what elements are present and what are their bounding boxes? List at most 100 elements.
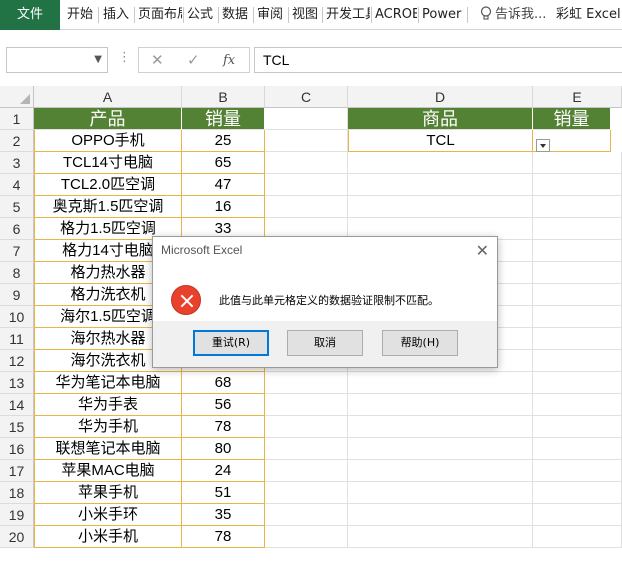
empty-cell[interactable] (265, 482, 348, 504)
empty-cell[interactable] (265, 526, 348, 548)
lookup-header-sales[interactable]: 销量 (533, 108, 611, 130)
sales-cell[interactable]: 68 (182, 372, 265, 394)
cancel-button[interactable]: 取消 (287, 330, 363, 356)
table-header-sales[interactable]: 销量 (182, 108, 265, 130)
row-header[interactable]: 6 (0, 218, 34, 240)
help-button[interactable]: 帮助(H) (382, 330, 458, 356)
empty-cell[interactable] (533, 306, 622, 328)
empty-cell[interactable] (533, 218, 622, 240)
tab-developer[interactable]: 开发工具 (326, 0, 370, 30)
sales-cell[interactable]: 25 (182, 130, 265, 152)
retry-button[interactable]: 重试(R) (193, 330, 269, 356)
empty-cell[interactable] (348, 526, 533, 548)
column-header-d[interactable]: D (348, 86, 533, 108)
cancel-icon[interactable]: ✕ (151, 51, 164, 69)
empty-cell[interactable] (533, 328, 622, 350)
empty-cell[interactable] (265, 108, 348, 130)
product-cell[interactable]: 奥克斯1.5匹空调 (34, 196, 182, 218)
empty-cell[interactable] (348, 460, 533, 482)
sales-cell[interactable]: 47 (182, 174, 265, 196)
empty-cell[interactable] (533, 416, 622, 438)
tab-view[interactable]: 视图 (292, 0, 322, 30)
row-header[interactable]: 3 (0, 152, 34, 174)
empty-cell[interactable] (348, 394, 533, 416)
product-cell[interactable]: OPPO手机 (34, 130, 182, 152)
empty-cell[interactable] (265, 196, 348, 218)
row-header[interactable]: 7 (0, 240, 34, 262)
row-header[interactable]: 1 (0, 108, 34, 130)
sales-cell[interactable]: 78 (182, 416, 265, 438)
row-header[interactable]: 18 (0, 482, 34, 504)
row-header[interactable]: 14 (0, 394, 34, 416)
product-cell[interactable]: 小米手机 (34, 526, 182, 548)
lookup-product-input[interactable]: TCL (348, 130, 533, 152)
row-header[interactable]: 11 (0, 328, 34, 350)
lookup-header-product[interactable]: 商品 (348, 108, 533, 130)
validation-dropdown-button[interactable] (536, 139, 550, 152)
empty-cell[interactable] (348, 416, 533, 438)
empty-cell[interactable] (533, 196, 622, 218)
user-account[interactable]: 彩虹 Excel (556, 0, 621, 30)
row-header[interactable]: 17 (0, 460, 34, 482)
sales-cell[interactable]: 65 (182, 152, 265, 174)
row-header[interactable]: 15 (0, 416, 34, 438)
empty-cell[interactable] (533, 284, 622, 306)
empty-cell[interactable] (533, 526, 622, 548)
tab-page-layout[interactable]: 页面布局 (138, 0, 182, 30)
empty-cell[interactable] (348, 174, 533, 196)
product-cell[interactable]: TCL2.0匹空调 (34, 174, 182, 196)
product-cell[interactable]: 小米手环 (34, 504, 182, 526)
empty-cell[interactable] (348, 438, 533, 460)
product-cell[interactable]: 华为手机 (34, 416, 182, 438)
row-header[interactable]: 9 (0, 284, 34, 306)
sales-cell[interactable]: 78 (182, 526, 265, 548)
empty-cell[interactable] (533, 394, 622, 416)
table-header-product[interactable]: 产品 (34, 108, 182, 130)
product-cell[interactable]: 华为手表 (34, 394, 182, 416)
empty-cell[interactable] (265, 460, 348, 482)
row-header[interactable]: 10 (0, 306, 34, 328)
insert-function-icon[interactable]: fx (223, 53, 235, 68)
chevron-down-icon[interactable]: ▼ (94, 54, 102, 65)
tab-review[interactable]: 审阅 (257, 0, 287, 30)
column-header-c[interactable]: C (265, 86, 348, 108)
empty-cell[interactable] (265, 416, 348, 438)
tab-home[interactable]: 开始 (67, 0, 97, 30)
empty-cell[interactable] (533, 152, 622, 174)
empty-cell[interactable] (533, 460, 622, 482)
sales-cell[interactable]: 35 (182, 504, 265, 526)
product-cell[interactable]: 联想笔记本电脑 (34, 438, 182, 460)
sales-cell[interactable]: 56 (182, 394, 265, 416)
enter-icon[interactable]: ✓ (187, 51, 200, 69)
empty-cell[interactable] (348, 504, 533, 526)
row-header[interactable]: 5 (0, 196, 34, 218)
row-header[interactable]: 13 (0, 372, 34, 394)
empty-cell[interactable] (533, 482, 622, 504)
empty-cell[interactable] (265, 504, 348, 526)
empty-cell[interactable] (533, 174, 622, 196)
empty-cell[interactable] (348, 372, 533, 394)
empty-cell[interactable] (533, 438, 622, 460)
empty-cell[interactable] (265, 152, 348, 174)
empty-cell[interactable] (533, 372, 622, 394)
column-header-a[interactable]: A (34, 86, 182, 108)
sales-cell[interactable]: 16 (182, 196, 265, 218)
empty-cell[interactable] (348, 196, 533, 218)
product-cell[interactable]: TCL14寸电脑 (34, 152, 182, 174)
close-icon[interactable]: ✕ (476, 241, 489, 260)
column-header-e[interactable]: E (533, 86, 622, 108)
empty-cell[interactable] (265, 130, 348, 152)
empty-cell[interactable] (348, 152, 533, 174)
empty-cell[interactable] (265, 372, 348, 394)
row-header[interactable]: 16 (0, 438, 34, 460)
product-cell[interactable]: 华为笔记本电脑 (34, 372, 182, 394)
product-cell[interactable]: 苹果MAC电脑 (34, 460, 182, 482)
column-header-b[interactable]: B (182, 86, 265, 108)
empty-cell[interactable] (533, 262, 622, 284)
row-header[interactable]: 4 (0, 174, 34, 196)
sales-cell[interactable]: 80 (182, 438, 265, 460)
select-all-corner[interactable] (0, 86, 34, 108)
sales-cell[interactable]: 24 (182, 460, 265, 482)
name-box[interactable]: ▼ (6, 47, 108, 73)
empty-cell[interactable] (533, 504, 622, 526)
